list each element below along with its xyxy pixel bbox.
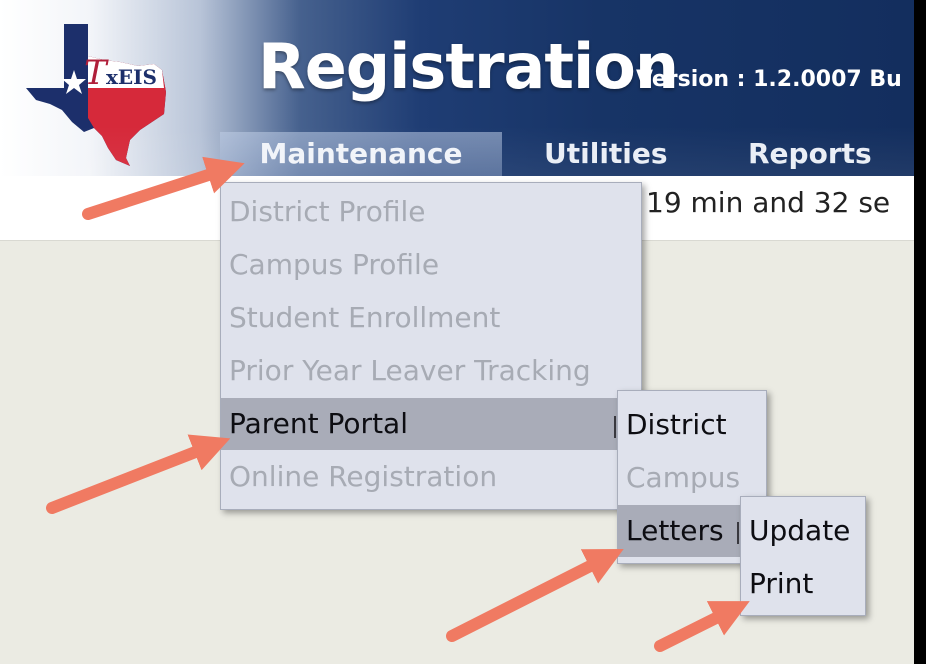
arrow-maintenance xyxy=(82,156,245,220)
app-window: T xEIS Registration Version : 1.2.0007 B… xyxy=(0,0,914,664)
window-edge xyxy=(914,0,926,664)
arrow-parent-portal xyxy=(46,434,231,514)
callout-arrows xyxy=(46,156,750,652)
arrow-print xyxy=(654,601,750,652)
arrow-letters xyxy=(446,549,624,642)
